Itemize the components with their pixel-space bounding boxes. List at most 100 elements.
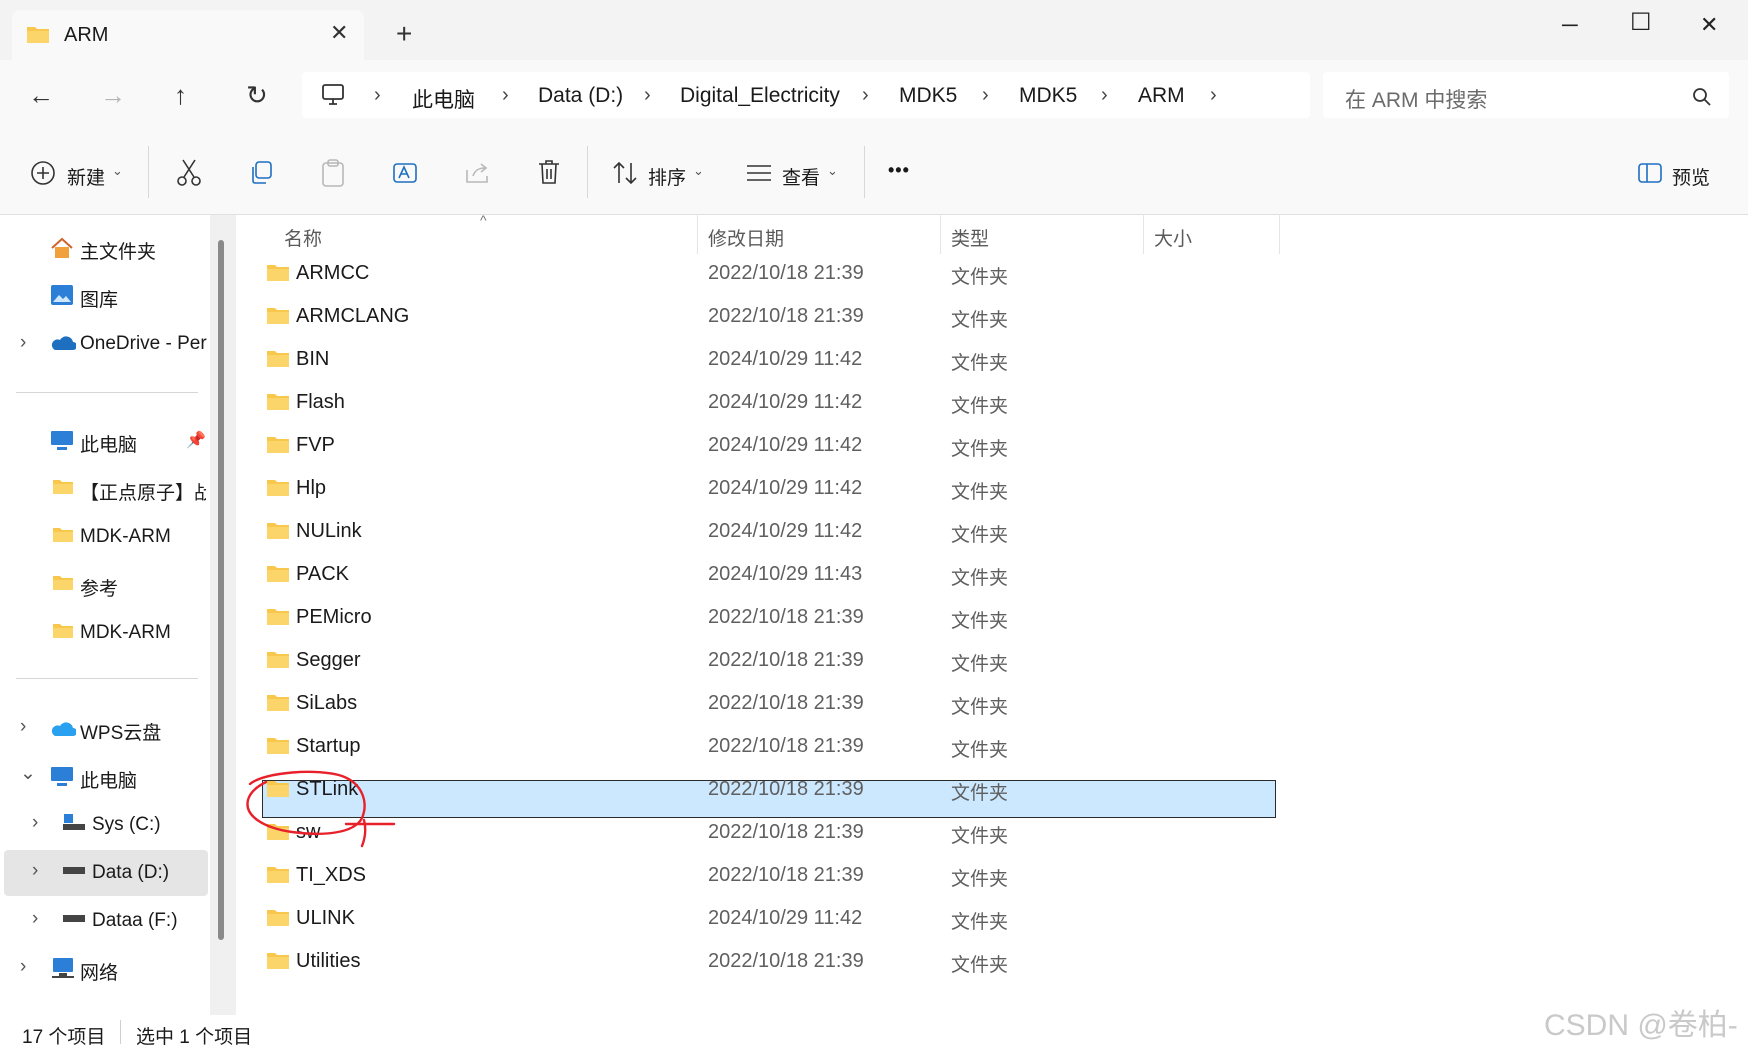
sidebar-divider bbox=[16, 392, 198, 393]
column-header-type[interactable]: 类型 bbox=[951, 224, 989, 251]
file-type: 文件夹 bbox=[951, 955, 1009, 976]
expand-chevron-icon[interactable]: › bbox=[20, 956, 26, 978]
file-name: Hlp bbox=[296, 477, 327, 499]
new-tab-button[interactable]: + bbox=[396, 20, 412, 48]
sidebar-item-dataa-f[interactable]: Dataa (F:) bbox=[92, 910, 178, 932]
column-divider[interactable] bbox=[697, 214, 698, 254]
new-plus-icon bbox=[31, 161, 55, 185]
sidebar-item-this-pc[interactable]: 此电脑 bbox=[80, 766, 137, 793]
delete-icon[interactable] bbox=[537, 158, 561, 186]
pc-icon bbox=[51, 767, 73, 786]
breadcrumb-arm[interactable]: ARM bbox=[1138, 84, 1185, 108]
more-options-button[interactable]: ••• bbox=[888, 160, 910, 181]
column-divider[interactable] bbox=[1279, 214, 1280, 254]
expand-chevron-icon[interactable]: › bbox=[32, 860, 38, 882]
cut-icon[interactable] bbox=[176, 158, 202, 188]
sidebar-item-wps-cloud[interactable]: WPS云盘 bbox=[80, 718, 161, 745]
file-name: SiLabs bbox=[296, 692, 358, 714]
sidebar-item-data-d[interactable]: Data (D:) bbox=[92, 862, 169, 884]
file-date: 2022/10/18 21:39 bbox=[708, 864, 864, 886]
file-date: 2022/10/18 21:39 bbox=[708, 950, 864, 972]
view-button[interactable]: 查看 bbox=[782, 163, 820, 190]
column-header-name[interactable]: 名称 bbox=[284, 224, 322, 251]
breadcrumb-separator: › bbox=[1101, 84, 1108, 106]
file-name: ARMCC bbox=[296, 262, 370, 284]
file-type: 文件夹 bbox=[951, 654, 1009, 675]
file-name: Utilities bbox=[296, 950, 361, 972]
sidebar-scrollbar[interactable] bbox=[218, 240, 224, 940]
column-divider[interactable] bbox=[1143, 214, 1144, 254]
file-name: Segger bbox=[296, 649, 361, 671]
file-type: 文件夹 bbox=[951, 267, 1009, 288]
sidebar-item-home[interactable]: 主文件夹 bbox=[80, 237, 156, 264]
folder-icon bbox=[267, 394, 289, 410]
expand-chevron-icon[interactable]: › bbox=[20, 332, 26, 354]
close-tab-icon[interactable]: ✕ bbox=[330, 20, 348, 46]
breadcrumb-mdk5-inner[interactable]: MDK5 bbox=[1019, 84, 1077, 108]
chevron-down-icon: ⌄ bbox=[693, 163, 704, 178]
file-date: 2024/10/29 11:42 bbox=[708, 348, 863, 370]
sidebar-item-sys-c[interactable]: Sys (C:) bbox=[92, 814, 161, 836]
file-name: PACK bbox=[296, 563, 349, 585]
paste-icon[interactable] bbox=[320, 158, 346, 188]
monitor-icon bbox=[322, 84, 344, 105]
file-type: 文件夹 bbox=[951, 310, 1009, 331]
up-button[interactable]: ↑ bbox=[174, 80, 187, 111]
breadcrumb-separator: › bbox=[862, 84, 869, 106]
refresh-button[interactable]: ↻ bbox=[246, 80, 268, 111]
sidebar-item-mdk-arm-2[interactable]: MDK-ARM bbox=[80, 622, 171, 644]
breadcrumb-mdk5[interactable]: MDK5 bbox=[899, 84, 957, 108]
file-name: PEMicro bbox=[296, 606, 372, 628]
breadcrumb-this-pc[interactable]: 此电脑 bbox=[412, 84, 475, 114]
file-date: 2024/10/29 11:42 bbox=[708, 391, 863, 413]
column-header-date[interactable]: 修改日期 bbox=[708, 224, 784, 251]
sort-button[interactable]: 排序 bbox=[648, 163, 686, 190]
sidebar-item-mdk-arm[interactable]: MDK-ARM bbox=[80, 526, 171, 548]
gallery-icon bbox=[51, 285, 73, 305]
expand-chevron-icon[interactable]: › bbox=[32, 812, 38, 834]
copy-icon[interactable] bbox=[248, 160, 274, 186]
sidebar-item-this-pc-pinned[interactable]: 此电脑 bbox=[80, 430, 137, 457]
file-type: 文件夹 bbox=[951, 396, 1009, 417]
back-button[interactable]: ← bbox=[28, 80, 54, 111]
collapse-chevron-icon[interactable]: ⌄ bbox=[20, 762, 36, 785]
folder-icon bbox=[267, 351, 289, 367]
sidebar-item-reference[interactable]: 参考 bbox=[80, 574, 118, 601]
new-button[interactable]: 新建 bbox=[67, 163, 105, 190]
file-date: 2024/10/29 11:42 bbox=[708, 907, 863, 929]
sidebar-item-gallery[interactable]: 图库 bbox=[80, 285, 118, 312]
share-icon[interactable] bbox=[464, 160, 492, 186]
sidebar-item-onedrive[interactable]: OneDrive - Per bbox=[80, 333, 207, 355]
view-icon bbox=[747, 165, 771, 181]
toolbar-divider bbox=[587, 146, 588, 198]
sidebar-item-network[interactable]: 网络 bbox=[80, 958, 118, 985]
preview-button[interactable]: 预览 bbox=[1672, 163, 1710, 190]
file-type: 文件夹 bbox=[951, 568, 1009, 589]
folder-icon bbox=[53, 480, 73, 494]
column-header-size[interactable]: 大小 bbox=[1154, 224, 1192, 251]
breadcrumb-digital-electricity[interactable]: Digital_Electricity bbox=[680, 84, 840, 108]
pc-icon bbox=[51, 431, 73, 450]
folder-icon bbox=[267, 867, 289, 883]
expand-chevron-icon[interactable]: › bbox=[20, 716, 26, 738]
breadcrumb-expand[interactable]: › bbox=[1210, 84, 1217, 107]
folder-icon bbox=[267, 265, 289, 281]
forward-button[interactable]: → bbox=[100, 80, 126, 111]
expand-chevron-icon[interactable]: › bbox=[32, 908, 38, 930]
drive-icon bbox=[63, 814, 85, 830]
search-input[interactable]: 在 ARM 中搜索 bbox=[1345, 84, 1487, 114]
pin-icon: 📌 bbox=[186, 432, 206, 449]
breadcrumb-data-d[interactable]: Data (D:) bbox=[538, 84, 623, 108]
file-type: 文件夹 bbox=[951, 353, 1009, 374]
cloud-icon bbox=[51, 722, 76, 736]
toolbar-divider bbox=[864, 146, 865, 198]
close-window-button[interactable]: ✕ bbox=[1700, 12, 1718, 38]
file-date: 2024/10/29 11:43 bbox=[708, 563, 863, 585]
search-icon bbox=[1693, 88, 1711, 106]
rename-icon[interactable] bbox=[392, 159, 420, 187]
minimize-button[interactable]: ─ bbox=[1562, 12, 1578, 38]
maximize-button[interactable]: ☐ bbox=[1630, 8, 1652, 37]
sidebar-item-zhengdian[interactable]: 【正点原子】战 bbox=[80, 478, 206, 505]
column-divider[interactable] bbox=[940, 214, 941, 254]
annotation-circle bbox=[246, 770, 396, 848]
